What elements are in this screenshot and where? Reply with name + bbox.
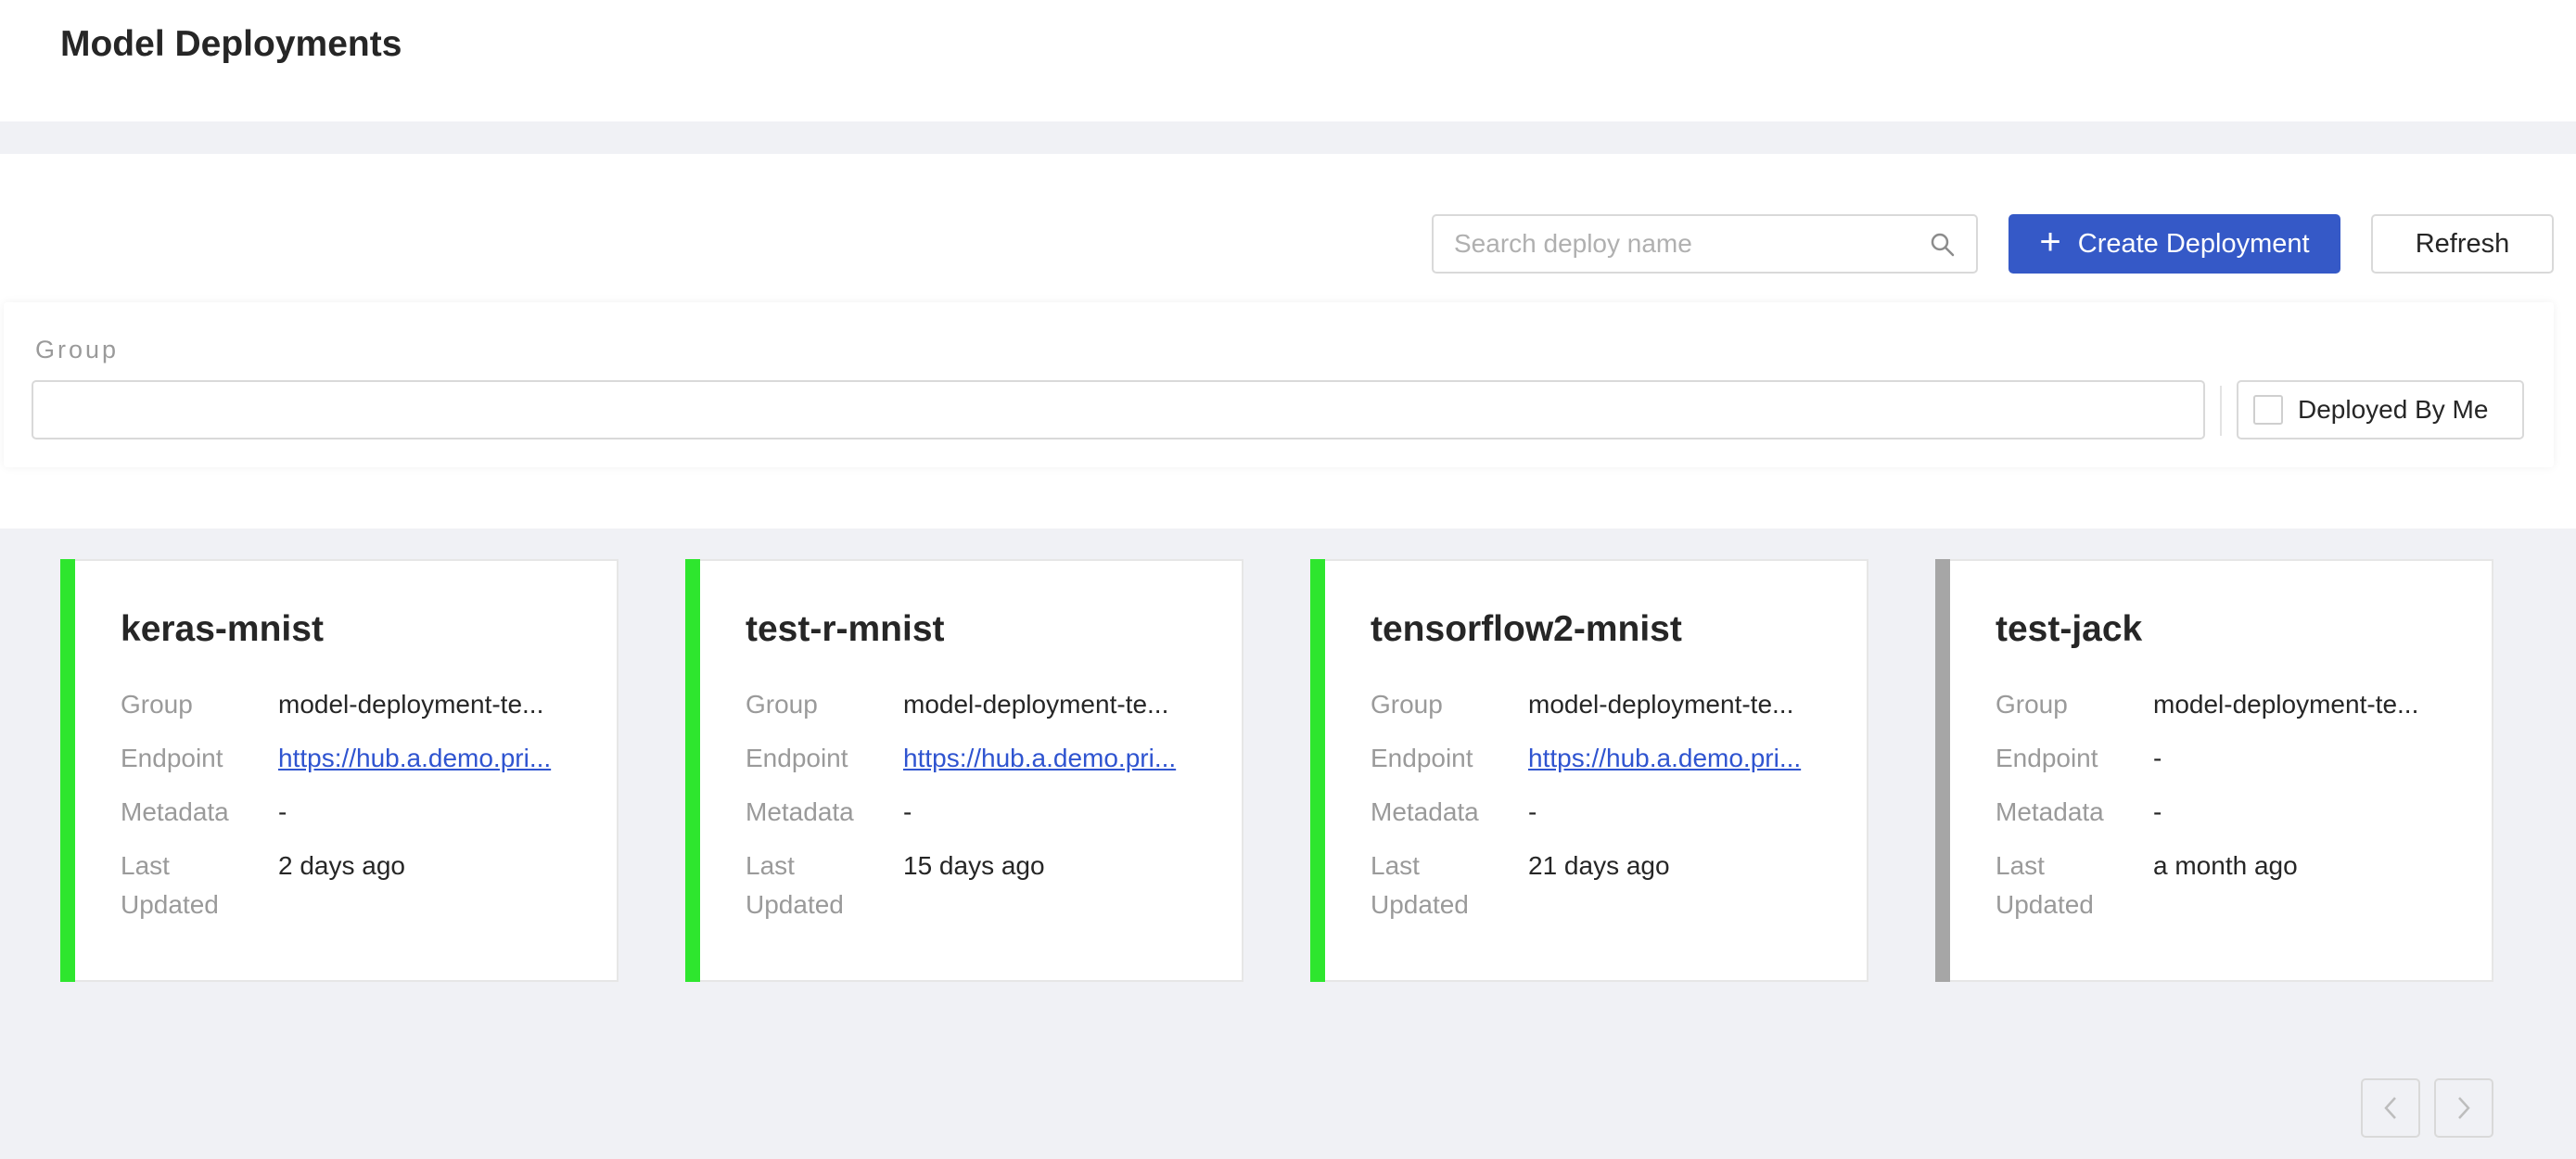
metadata-value: - [278, 797, 287, 826]
endpoint-label: Endpoint [121, 744, 223, 772]
toolbar-panel: + Create Deployment Refresh Group Deploy… [0, 154, 2576, 529]
group-label: Group [746, 690, 818, 719]
deployment-name[interactable]: test-jack [1996, 609, 2142, 650]
status-indicator [1310, 559, 1325, 982]
status-indicator [1935, 559, 1950, 982]
last-updated-label-line2: Updated [1371, 890, 1469, 919]
prev-page-button[interactable] [2361, 1078, 2420, 1138]
metadata-label: Metadata [121, 797, 229, 826]
last-updated-label-line1: Last [1996, 851, 2045, 880]
metadata-value: - [1528, 797, 1537, 826]
last-updated-label-line1: Last [1371, 851, 1420, 880]
metadata-value: - [2153, 797, 2162, 826]
deployment-name[interactable]: test-r-mnist [746, 609, 945, 650]
group-filter-label: Group [35, 336, 120, 363]
chevron-right-icon [2458, 1097, 2470, 1119]
group-label: Group [1371, 690, 1443, 719]
last-updated-value: 2 days ago [278, 851, 405, 880]
group-value: model-deployment-te... [2153, 690, 2419, 719]
search-icon[interactable] [1930, 232, 1956, 258]
deployed-by-me-checkbox[interactable] [2253, 395, 2283, 425]
last-updated-label-line2: Updated [1996, 890, 2094, 919]
metadata-label: Metadata [1371, 797, 1479, 826]
group-value: model-deployment-te... [903, 690, 1169, 719]
deployed-by-me-toggle[interactable]: Deployed By Me [2237, 380, 2524, 439]
last-updated-value: a month ago [2153, 851, 2298, 880]
group-label: Group [121, 690, 193, 719]
last-updated-label-line1: Last [121, 851, 170, 880]
group-label: Group [1996, 690, 2068, 719]
deployment-name[interactable]: tensorflow2-mnist [1371, 609, 1682, 650]
deployment-name[interactable]: keras-mnist [121, 609, 324, 650]
metadata-label: Metadata [1996, 797, 2104, 826]
page-title: Model Deployments [60, 24, 402, 64]
filter-divider [2220, 386, 2222, 436]
metadata-label: Metadata [746, 797, 854, 826]
endpoint-link[interactable]: https://hub.a.demo.pri... [903, 739, 1200, 778]
group-value: model-deployment-te... [278, 690, 544, 719]
endpoint-link[interactable]: https://hub.a.demo.pri... [1528, 739, 1825, 778]
search-input[interactable] [1454, 216, 1918, 272]
metadata-value: - [903, 797, 912, 826]
deployment-card[interactable]: test-r-mnist Group model-deployment-te..… [685, 559, 1243, 982]
endpoint-link[interactable]: https://hub.a.demo.pri... [278, 739, 575, 778]
last-updated-label-line1: Last [746, 851, 795, 880]
group-filter-select[interactable] [32, 380, 2205, 439]
refresh-button[interactable]: Refresh [2371, 214, 2554, 274]
last-updated-value: 21 days ago [1528, 851, 1670, 880]
deployed-by-me-label: Deployed By Me [2298, 395, 2489, 424]
status-indicator [60, 559, 75, 982]
chevron-left-icon [2384, 1097, 2396, 1119]
endpoint-value: - [2153, 744, 2162, 772]
endpoint-label: Endpoint [1996, 744, 2098, 772]
last-updated-label-line2: Updated [746, 890, 844, 919]
group-value: model-deployment-te... [1528, 690, 1794, 719]
last-updated-label-line2: Updated [121, 890, 219, 919]
deployment-card[interactable]: tensorflow2-mnist Group model-deployment… [1310, 559, 1868, 982]
plus-icon: + [2039, 222, 2061, 262]
filter-card: Group Deployed By Me [4, 302, 2554, 467]
page-header: Model Deployments [0, 0, 2576, 121]
next-page-button[interactable] [2434, 1078, 2493, 1138]
endpoint-label: Endpoint [746, 744, 848, 772]
deployment-card[interactable]: test-jack Group model-deployment-te... E… [1935, 559, 2493, 982]
search-box[interactable] [1432, 214, 1978, 274]
last-updated-value: 15 days ago [903, 851, 1045, 880]
deployment-card[interactable]: keras-mnist Group model-deployment-te...… [60, 559, 618, 982]
endpoint-label: Endpoint [1371, 744, 1473, 772]
status-indicator [685, 559, 700, 982]
create-deployment-button[interactable]: + Create Deployment [2009, 214, 2340, 274]
create-deployment-label: Create Deployment [2077, 228, 2310, 259]
